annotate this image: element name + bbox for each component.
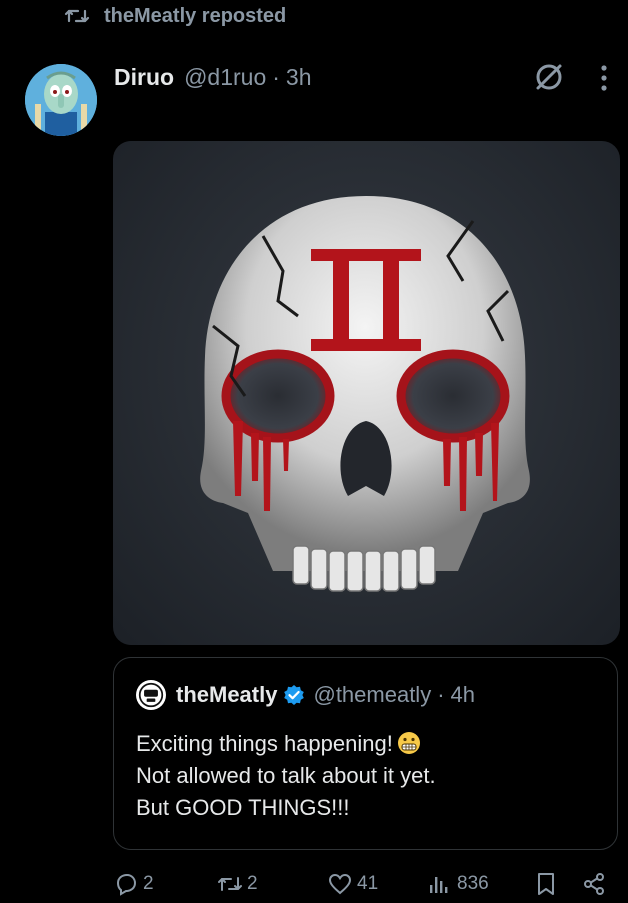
quoted-post[interactable]: theMeatly @themeatly · 4h Exciting thing… xyxy=(113,657,618,850)
repost-icon xyxy=(64,9,90,23)
repost-count: 2 xyxy=(247,873,258,894)
quote-line-text: Exciting things happening! xyxy=(136,731,393,756)
quote-header: theMeatly @themeatly · 4h xyxy=(136,678,475,712)
repost-button[interactable]: 2 xyxy=(217,871,258,897)
skull-illustration xyxy=(200,196,530,592)
quote-line: Exciting things happening! xyxy=(136,728,606,760)
post-media-image[interactable] xyxy=(113,141,620,645)
bookmark-icon xyxy=(538,873,554,895)
quote-line: But GOOD THINGS!!! xyxy=(136,795,350,820)
quote-author-name[interactable]: theMeatly xyxy=(176,682,277,708)
grimacing-face-emoji-icon xyxy=(397,732,420,754)
repost-indicator[interactable]: theMeatly reposted xyxy=(64,2,286,30)
reply-count: 2 xyxy=(143,873,154,894)
share-button[interactable] xyxy=(581,871,607,897)
reply-icon xyxy=(116,873,137,896)
quote-text: Exciting things happening! Not allowed t… xyxy=(136,728,606,824)
meatly-logo-icon xyxy=(138,682,164,708)
author-handle[interactable]: @d1ruo xyxy=(184,64,266,91)
more-options-icon[interactable] xyxy=(596,62,612,94)
post-time[interactable]: 3h xyxy=(286,64,312,91)
avatar[interactable] xyxy=(25,64,97,136)
grok-icon[interactable] xyxy=(532,60,566,94)
reply-button[interactable]: 2 xyxy=(113,871,154,897)
repost-icon xyxy=(218,877,242,891)
quote-time[interactable]: 4h xyxy=(451,682,475,708)
share-icon xyxy=(584,873,604,895)
post-header: Diruo @d1ruo · 3h xyxy=(114,60,312,94)
action-bar: 2 2 41 836 xyxy=(113,866,613,902)
like-count: 41 xyxy=(357,873,379,894)
repost-text: theMeatly reposted xyxy=(104,4,287,27)
views-icon xyxy=(430,877,448,893)
separator: · xyxy=(272,63,280,90)
quote-line: Not allowed to talk about it yet. xyxy=(136,763,436,788)
view-count: 836 xyxy=(457,873,489,894)
views-button[interactable]: 836 xyxy=(427,871,489,897)
verified-badge-icon xyxy=(284,685,305,705)
author-name[interactable]: Diruo xyxy=(114,64,174,91)
avatar-illustration xyxy=(25,64,97,136)
bookmark-button[interactable] xyxy=(533,871,559,897)
quote-avatar[interactable] xyxy=(136,680,166,710)
heart-icon xyxy=(328,873,352,895)
quote-author-handle[interactable]: @themeatly xyxy=(313,682,431,708)
quote-separator: · xyxy=(437,682,445,707)
like-button[interactable]: 41 xyxy=(327,871,378,897)
